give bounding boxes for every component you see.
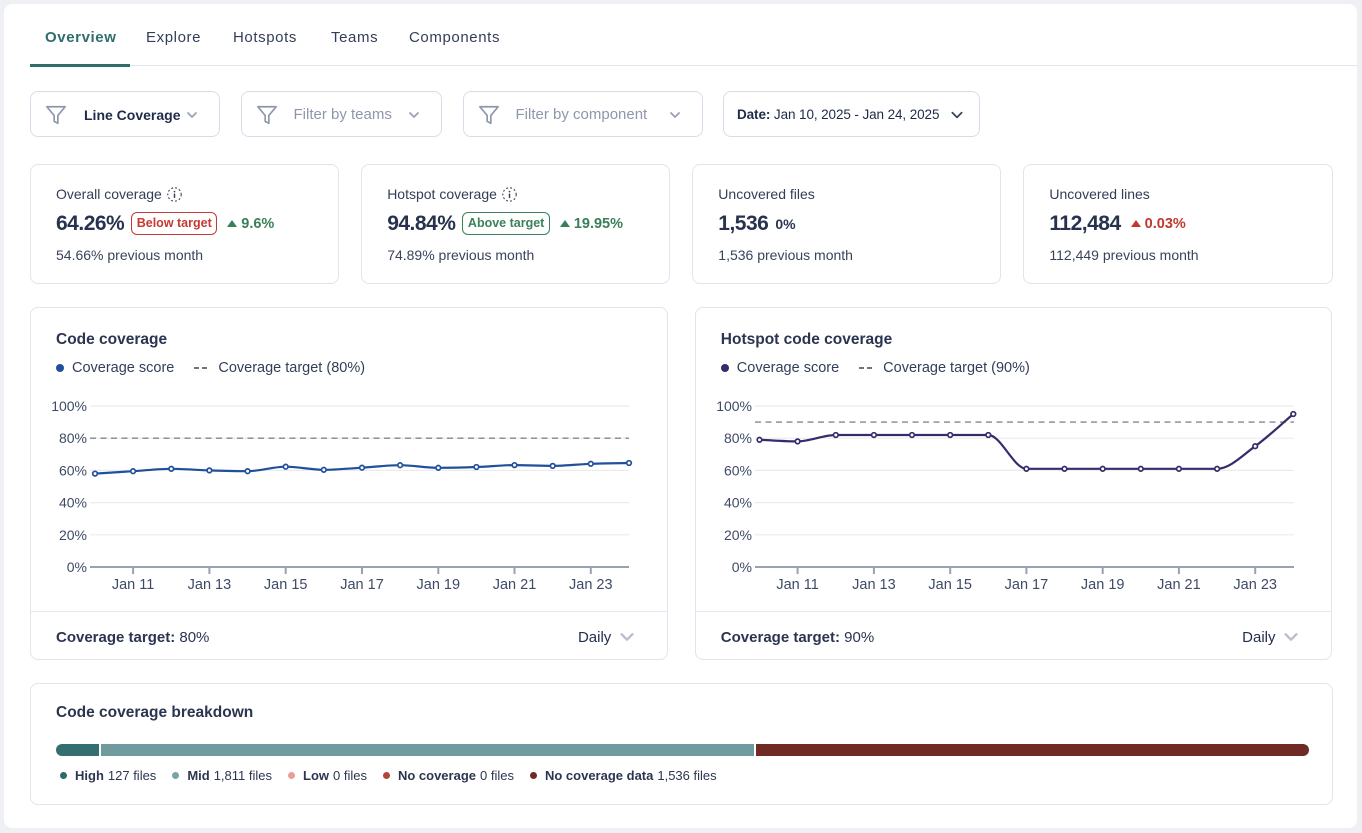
svg-text:Jan 15: Jan 15: [928, 577, 972, 593]
svg-text:0%: 0%: [732, 559, 752, 575]
svg-text:100%: 100%: [716, 398, 752, 414]
svg-text:Jan 21: Jan 21: [1157, 577, 1201, 593]
svg-text:Jan 11: Jan 11: [112, 577, 154, 593]
svg-text:Jan 13: Jan 13: [852, 577, 896, 593]
svg-text:Jan 11: Jan 11: [776, 577, 818, 593]
svg-text:Jan 19: Jan 19: [417, 577, 461, 593]
svg-text:Jan 23: Jan 23: [1233, 577, 1277, 593]
svg-text:100%: 100%: [51, 398, 87, 414]
svg-text:40%: 40%: [724, 495, 752, 511]
svg-text:Jan 17: Jan 17: [340, 577, 384, 593]
svg-text:60%: 60%: [59, 462, 87, 478]
svg-text:20%: 20%: [724, 527, 752, 543]
svg-text:80%: 80%: [724, 430, 752, 446]
svg-text:Jan 21: Jan 21: [493, 577, 537, 593]
svg-text:Jan 23: Jan 23: [569, 577, 613, 593]
svg-text:80%: 80%: [59, 430, 87, 446]
svg-text:Jan 19: Jan 19: [1081, 577, 1125, 593]
svg-text:0%: 0%: [67, 559, 87, 575]
svg-text:Jan 17: Jan 17: [1004, 577, 1048, 593]
svg-text:Jan 13: Jan 13: [188, 577, 232, 593]
svg-text:60%: 60%: [724, 462, 752, 478]
svg-text:20%: 20%: [59, 527, 87, 543]
svg-text:Jan 15: Jan 15: [264, 577, 308, 593]
svg-text:40%: 40%: [59, 495, 87, 511]
